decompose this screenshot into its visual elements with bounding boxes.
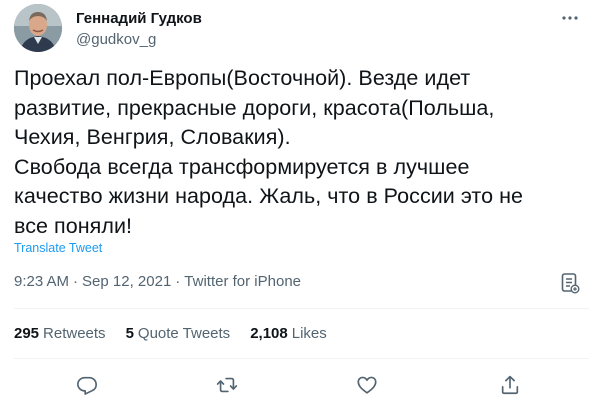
retweet-icon [216, 377, 238, 393]
share-icon [501, 375, 519, 395]
heart-icon [357, 376, 377, 394]
reply-button[interactable] [72, 370, 102, 400]
tweet-text-line: Проехал пол-Европы(Восточной). Везде иде… [14, 66, 471, 90]
quote-tweets-label: Quote Tweets [137, 325, 231, 342]
retweets-label: Retweets [43, 325, 106, 342]
analytics-icon [561, 273, 580, 294]
meta-separator: · [175, 273, 181, 290]
tweet-text-line: качество жизни народа. Жаль, что в Росси… [14, 184, 524, 208]
quote-tweets-count: 5 [125, 325, 134, 342]
likes-stat[interactable]: 2,108 Likes [250, 325, 327, 342]
share-button[interactable] [495, 370, 525, 400]
tweet-text-line: Чехия, Венгрия, Словакия). [14, 125, 291, 149]
analytics-button[interactable] [560, 272, 580, 294]
meta-separator: · [73, 273, 79, 290]
translate-tweet-link[interactable]: Translate Tweet [14, 241, 102, 255]
likes-count: 2,108 [250, 325, 288, 342]
retweet-button[interactable] [212, 370, 242, 400]
author-name[interactable]: Геннадий Гудков [76, 10, 202, 27]
more-horizontal-icon [562, 16, 578, 20]
tweet-text-line: развитие, прекрасные дороги, красота(Пол… [14, 95, 495, 120]
divider [14, 358, 589, 359]
tweet-stats: 295 Retweets 5 Quote Tweets 2,108 Likes [14, 325, 327, 342]
divider [14, 308, 589, 309]
tweet-date[interactable]: Sep 12, 2021 [82, 273, 171, 290]
tweet-card: Геннадий Гудков @gudkov_g Проехал пол-Ев… [0, 0, 601, 411]
avatar[interactable] [14, 4, 62, 52]
tweet-text-line: все поняли! [14, 213, 133, 238]
tweet-text: Проехал пол-Европы(Восточной). Везде иде… [14, 64, 589, 241]
action-bar [0, 370, 601, 400]
avatar-image [14, 4, 62, 52]
tweet-meta: 9:23 AM · Sep 12, 2021 · Twitter for iPhone [14, 273, 301, 290]
retweets-stat[interactable]: 295 Retweets [14, 325, 106, 342]
more-options-button[interactable] [558, 8, 582, 28]
retweets-count: 295 [14, 325, 40, 342]
like-button[interactable] [352, 370, 382, 400]
tweet-text-line: Свобода всегда трансформируется в лучшее [14, 154, 470, 179]
quote-tweets-stat[interactable]: 5 Quote Tweets [126, 325, 231, 342]
tweet-source[interactable]: Twitter for iPhone [184, 273, 301, 290]
reply-icon [77, 376, 97, 395]
author-handle[interactable]: @gudkov_g [76, 31, 156, 48]
tweet-time[interactable]: 9:23 AM [14, 273, 69, 290]
likes-label: Likes [291, 325, 327, 342]
